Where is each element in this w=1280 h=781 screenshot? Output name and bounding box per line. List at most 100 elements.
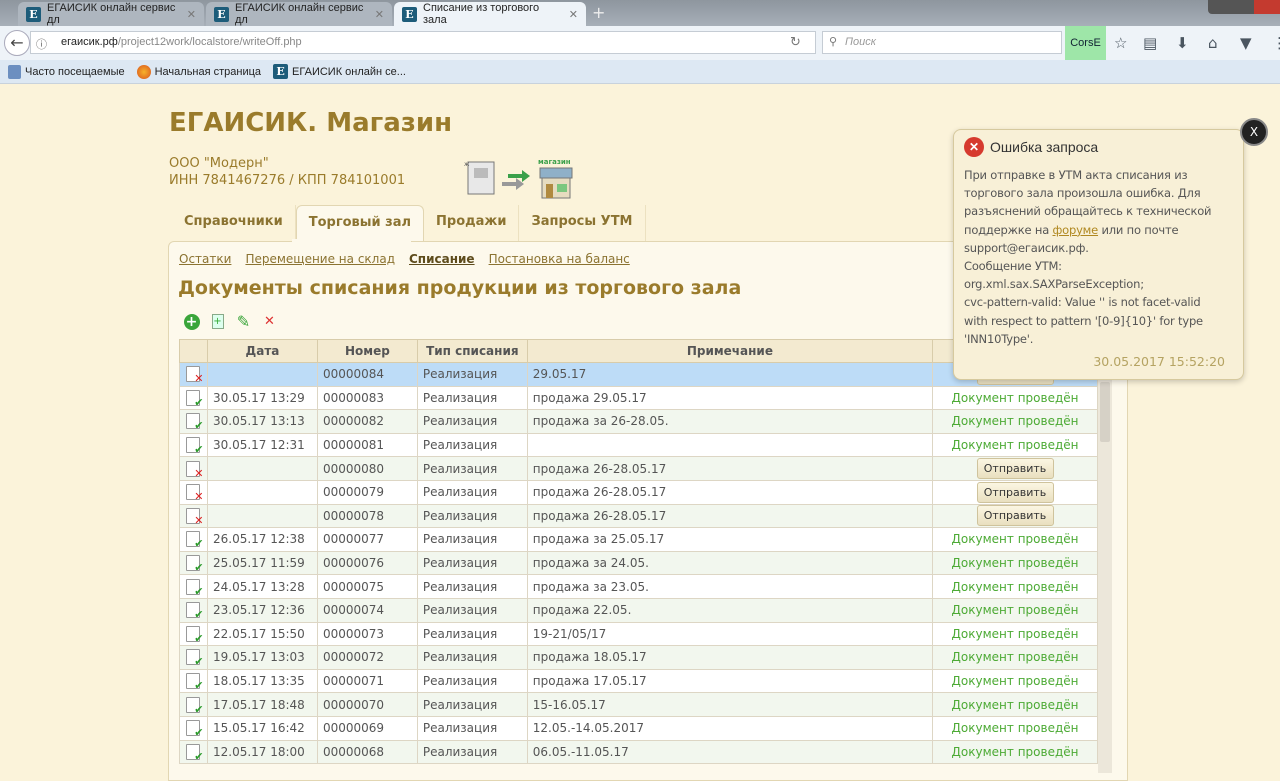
window-close-button[interactable] — [1254, 0, 1280, 14]
bookmark-item[interactable]: E ЕГАИСИК онлайн се... — [273, 64, 406, 79]
cell-number: 00000083 — [316, 385, 418, 411]
reading-list-icon[interactable]: ▤ — [1143, 34, 1157, 52]
table-row[interactable]: ✔ 26.05.17 12:38 00000077 Реализация про… — [179, 527, 1098, 552]
cell-type: Реализация — [416, 479, 528, 505]
tab-sales[interactable]: Продажи — [424, 205, 520, 241]
menu-icon[interactable]: ⋮ — [1272, 34, 1280, 52]
table-row[interactable]: ✔ 22.05.17 15:50 00000073 Реализация 19-… — [179, 621, 1098, 647]
document-done-icon[interactable]: ✔ — [186, 602, 203, 620]
send-button[interactable]: Отправить — [976, 458, 1054, 480]
tab-sales-floor[interactable]: Торговый зал — [295, 205, 425, 242]
document-done-icon[interactable]: ✔ — [186, 437, 203, 455]
table-row[interactable]: ✔ 17.05.17 18:48 00000070 Реализация 15-… — [179, 692, 1098, 717]
tab-directories[interactable]: Справочники — [172, 205, 296, 241]
document-done-icon[interactable]: ✔ — [186, 673, 203, 691]
url-bar[interactable]: егаисик.рф/project12work/localstore/writ… — [30, 31, 816, 54]
document-done-icon[interactable]: ✔ — [186, 531, 203, 549]
close-tab-icon[interactable]: ✕ — [375, 8, 384, 21]
browser-tab-active[interactable]: E Списание из торгового зала ✕ — [394, 2, 586, 26]
table-row[interactable]: ✔ 25.05.17 11:59 00000076 Реализация про… — [179, 550, 1098, 576]
cell-date: 23.05.17 12:36 — [206, 597, 318, 623]
browser-tab[interactable]: E ЕГАИСИК онлайн сервис дл ✕ — [18, 2, 204, 26]
cell-type: Реализация — [416, 668, 528, 694]
delete-document-icon[interactable]: ✕ — [261, 313, 278, 330]
row-icon-cell: ✔ — [179, 739, 208, 765]
table-row[interactable]: ✔ 30.05.17 13:29 00000083 Реализация про… — [179, 385, 1098, 411]
cell-date: 19.05.17 13:03 — [206, 645, 318, 670]
scrollbar-thumb[interactable] — [1100, 382, 1110, 442]
document-done-icon[interactable]: ✔ — [186, 649, 203, 667]
table-row[interactable]: ✕ 00000080 Реализация продажа 26-28.05.1… — [179, 456, 1098, 481]
reload-icon[interactable]: ↻ — [790, 35, 801, 50]
col-number[interactable]: Номер — [316, 339, 418, 363]
tab-utm-requests[interactable]: Запросы УТМ — [519, 205, 646, 241]
cell-date — [206, 362, 318, 387]
document-done-icon[interactable]: ✔ — [186, 743, 203, 762]
cell-date: 15.05.17 16:42 — [206, 715, 318, 741]
row-icon-cell: ✕ — [179, 503, 208, 529]
document-done-icon[interactable]: ✔ — [186, 696, 203, 715]
action-cell: Отправить — [932, 479, 1098, 505]
cell-note: продажа 26-28.05.17 — [526, 479, 934, 505]
col-type[interactable]: Тип списания — [416, 339, 528, 363]
close-notification-button[interactable]: X — [1240, 118, 1268, 146]
table-row[interactable]: ✔ 19.05.17 13:03 00000072 Реализация про… — [179, 645, 1098, 670]
table-row[interactable]: ✕ 00000078 Реализация продажа 26-28.05.1… — [179, 503, 1098, 529]
forum-link[interactable]: форуме — [1053, 223, 1099, 237]
close-tab-icon[interactable]: ✕ — [569, 8, 578, 21]
new-tab-button[interactable]: + — [592, 3, 605, 22]
cell-note: 15-16.05.17 — [526, 692, 934, 717]
document-done-icon[interactable]: ✔ — [186, 555, 203, 573]
star-icon[interactable]: ☆ — [1114, 34, 1127, 52]
notification-message: При отправке в УТМ акта списания из торг… — [964, 168, 1212, 346]
download-icon[interactable]: ⬇ — [1176, 34, 1189, 52]
subnav-move-to-warehouse[interactable]: Перемещение на склад — [245, 252, 395, 266]
subnav-write-off[interactable]: Списание — [409, 252, 475, 266]
send-button[interactable]: Отправить — [976, 481, 1054, 503]
browser-tab[interactable]: E ЕГАИСИК онлайн сервис дл ✕ — [206, 2, 392, 26]
subnav-stock[interactable]: Остатки — [179, 252, 231, 266]
col-note[interactable]: Примечание — [526, 339, 934, 363]
cell-number: 00000081 — [316, 432, 418, 458]
document-draft-icon[interactable]: ✕ — [186, 366, 203, 384]
bookmark-item[interactable]: Начальная страница — [136, 64, 261, 79]
document-draft-icon[interactable]: ✕ — [186, 460, 203, 479]
add-document-icon[interactable]: + — [209, 313, 226, 330]
document-done-icon[interactable]: ✔ — [186, 625, 203, 644]
error-icon: ✕ — [964, 137, 984, 157]
table-row[interactable]: ✔ 30.05.17 12:31 00000081 Реализация Док… — [179, 432, 1098, 458]
row-icon-cell: ✕ — [179, 362, 208, 387]
document-done-icon[interactable]: ✔ — [186, 578, 203, 597]
document-done-icon[interactable]: ✔ — [186, 413, 203, 431]
page-title: Документы списания продукции из торговог… — [178, 277, 742, 299]
table-row[interactable]: ✔ 18.05.17 13:35 00000071 Реализация про… — [179, 668, 1098, 694]
corse-extension-button[interactable]: CorsE — [1065, 26, 1106, 60]
pocket-icon[interactable]: ▼ — [1240, 34, 1252, 52]
search-input[interactable]: ⚲ Поиск — [822, 31, 1062, 54]
status-text: Документ проведён — [932, 692, 1098, 717]
table-row[interactable]: ✔ 12.05.17 18:00 00000068 Реализация 06.… — [179, 739, 1098, 765]
document-done-icon[interactable]: ✔ — [186, 720, 203, 738]
bookmark-item[interactable]: Часто посещаемые — [8, 64, 125, 79]
subnav-balance[interactable]: Постановка на баланс — [489, 252, 630, 266]
document-draft-icon[interactable]: ✕ — [186, 507, 203, 526]
close-tab-icon[interactable]: ✕ — [187, 8, 196, 21]
table-row[interactable]: ✔ 24.05.17 13:28 00000075 Реализация про… — [179, 574, 1098, 599]
window-controls[interactable] — [1208, 0, 1280, 14]
cell-number: 00000075 — [316, 574, 418, 599]
document-done-icon[interactable]: ✔ — [186, 389, 203, 408]
toolbar: + + ✎ ✕ — [183, 312, 278, 331]
table-row[interactable]: ✔ 23.05.17 12:36 00000074 Реализация про… — [179, 597, 1098, 623]
notification-title: Ошибка запроса — [990, 139, 1099, 155]
info-icon[interactable]: ⓘ — [36, 36, 47, 52]
back-button[interactable]: ← — [4, 30, 30, 56]
home-icon[interactable]: ⌂ — [1208, 34, 1218, 52]
edit-pencil-icon[interactable]: ✎ — [235, 312, 252, 331]
table-row[interactable]: ✕ 00000079 Реализация продажа 26-28.05.1… — [179, 479, 1098, 505]
table-row[interactable]: ✔ 15.05.17 16:42 00000069 Реализация 12.… — [179, 715, 1098, 741]
add-icon[interactable]: + — [183, 313, 200, 330]
document-draft-icon[interactable]: ✕ — [186, 484, 203, 502]
send-button[interactable]: Отправить — [976, 505, 1054, 527]
table-row[interactable]: ✔ 30.05.17 13:13 00000082 Реализация про… — [179, 409, 1098, 434]
col-date[interactable]: Дата — [206, 339, 318, 363]
